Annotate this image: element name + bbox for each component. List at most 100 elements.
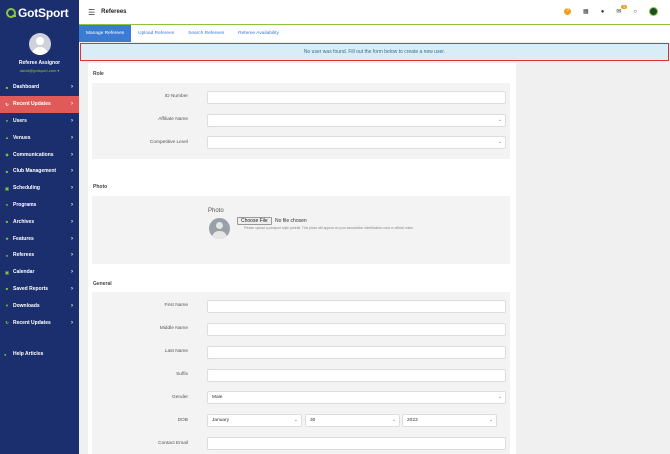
star-icon: ★ — [5, 236, 9, 242]
sidebar-item-recent-updates[interactable]: ↻ Recent Updates › — [0, 95, 79, 113]
section-title-photo: Photo — [93, 184, 108, 190]
chevron-right-icon: › — [71, 285, 73, 292]
user-profile: Referee Assignor david@gotsport.com ▾ — [0, 26, 79, 79]
chevron-right-icon: › — [71, 235, 73, 242]
sidebar-item-label: Communications — [13, 151, 54, 158]
sidebar-item-label: Archives — [13, 218, 35, 225]
chevron-right-icon: › — [71, 319, 73, 326]
profile-name: Referee Assignor — [18, 60, 61, 66]
sidebar-item-programs[interactable]: ● Programs › — [0, 197, 79, 214]
dob-label: DOB — [177, 418, 188, 423]
dob-month-value: January — [212, 418, 230, 423]
sidebar-item-label: Programs — [13, 201, 37, 208]
general-panel: First Name Middle Name Last Name Suffix … — [92, 292, 510, 454]
tab-manage-referees[interactable]: Manage Referees — [79, 25, 132, 42]
chevron-down-icon: ⌄ — [488, 417, 493, 423]
sidebar-item-scheduling[interactable]: ▣ Scheduling › — [0, 180, 79, 197]
last-name-input[interactable] — [207, 346, 506, 359]
top-bar: ☰ Referees ? ▦ ● ✉ 9 ○ — [79, 0, 670, 25]
help-circle-icon: ● — [4, 351, 7, 357]
contact-email-input[interactable] — [207, 437, 506, 450]
dashboard-icon: ■ — [5, 84, 9, 90]
sidebar-item-features[interactable]: ★ Features › — [0, 230, 79, 247]
id-number-input[interactable] — [207, 91, 506, 104]
affiliate-name-select[interactable]: ⌄ — [207, 114, 506, 127]
users-icon: ● — [5, 118, 9, 124]
chevron-right-icon: › — [71, 269, 73, 276]
sidebar-item-label: Saved Reports — [13, 285, 49, 292]
section-title-role: Role — [93, 71, 104, 77]
help-icon[interactable]: ? — [564, 8, 572, 15]
tab-search-referees[interactable]: Search Referees — [181, 25, 231, 42]
choose-file-button[interactable]: Choose File — [237, 217, 272, 225]
photo-panel: Photo Choose File No file chosen Please … — [92, 196, 510, 264]
chevron-down-icon: ⌄ — [391, 417, 396, 423]
dob-month-select[interactable]: January ⌄ — [207, 414, 302, 427]
competitive-level-select[interactable]: ⌄ — [207, 136, 506, 149]
sidebar-item-calendar[interactable]: ▣ Calendar › — [0, 264, 79, 281]
tab-upload-referees[interactable]: Upload Referees — [131, 25, 181, 42]
suffix-input[interactable] — [207, 369, 506, 382]
section-title-general: General — [93, 281, 112, 287]
sidebar-item-communications[interactable]: ◆ Communications › — [0, 146, 79, 163]
middle-name-input[interactable] — [207, 323, 506, 336]
sidebar-item-downloads[interactable]: ▼ Downloads › — [0, 297, 79, 314]
chevron-right-icon: › — [71, 168, 73, 175]
gotsport-logo[interactable]: GotSport — [0, 0, 79, 26]
sidebar-item-label: Users — [13, 117, 27, 124]
referee-form: Role ID Number Affiliate Name ⌄ Competit… — [88, 63, 516, 454]
mail-badge: 9 — [621, 5, 628, 9]
whistle-icon: ● — [5, 252, 9, 258]
gotsport-logo-icon — [6, 8, 16, 18]
hamburger-icon[interactable]: ☰ — [88, 8, 95, 17]
photo-label: Photo — [208, 208, 224, 214]
affiliate-name-label: Affiliate Name — [158, 117, 188, 122]
dob-day-select[interactable]: 30 ⌄ — [305, 414, 400, 427]
sidebar-item-venues[interactable]: ▲ Venues › — [0, 129, 79, 146]
sidebar-item-label: Club Management — [13, 168, 57, 175]
chevron-right-icon: › — [71, 151, 73, 158]
sidebar-item-users[interactable]: ● Users › — [0, 113, 79, 130]
org-logo-icon[interactable] — [649, 7, 658, 16]
sidebar-item-label: Dashboard — [13, 84, 40, 91]
last-name-label: Last Name — [164, 349, 188, 354]
sidebar-item-label: Features — [13, 235, 34, 242]
tab-referee-availability[interactable]: Referee Availability — [231, 25, 286, 42]
refresh-icon: ↻ — [5, 101, 9, 107]
sidebar-item-referees[interactable]: ● Referees › — [0, 247, 79, 264]
grid-icon[interactable]: ▦ — [583, 8, 589, 15]
first-name-input[interactable] — [207, 300, 506, 313]
calendar-icon: ▣ — [5, 269, 9, 275]
sidebar-item-label: Help Articles — [13, 351, 44, 357]
sidebar-item-archives[interactable]: ■ Archives › — [0, 213, 79, 230]
sidebar: GotSport Referee Assignor david@gotsport… — [0, 0, 79, 454]
mail-icon[interactable]: ✉ 9 — [616, 5, 628, 15]
profile-email-dropdown[interactable]: david@gotsport.com ▾ — [0, 68, 79, 73]
sidebar-item-recent-updates[interactable]: ↻ Recent Updates › — [0, 314, 79, 331]
programs-icon: ● — [5, 202, 9, 208]
gender-label: Gender — [172, 395, 188, 400]
top-icons: ? ▦ ● ✉ 9 ○ — [564, 5, 658, 16]
sidebar-item-help-articles[interactable]: ● Help Articles — [4, 351, 43, 357]
refresh-icon: ↻ — [5, 320, 9, 326]
contact-email-label: Contact Email — [158, 441, 188, 446]
avatar[interactable] — [28, 33, 51, 55]
chat-icon[interactable]: ○ — [633, 9, 637, 15]
chevron-right-icon: › — [71, 134, 73, 141]
chevron-right-icon: › — [71, 218, 73, 225]
gender-select[interactable]: Male ⌄ — [207, 391, 506, 404]
sidebar-item-club-management[interactable]: ■ Club Management › — [0, 163, 79, 180]
sidebar-item-label: Scheduling — [13, 185, 40, 192]
page-title: Referees — [101, 9, 127, 15]
photo-placeholder-avatar — [209, 218, 230, 239]
competitive-level-label: Competitive Level — [149, 140, 188, 145]
sidebar-item-saved-reports[interactable]: ■ Saved Reports › — [0, 281, 79, 298]
sidebar-item-label: Recent Updates — [13, 101, 51, 108]
sidebar-item-label: Referees — [13, 252, 35, 259]
chevron-down-icon: ⌄ — [497, 139, 502, 145]
dob-year-select[interactable]: 2023 ⌄ — [402, 414, 497, 427]
sidebar-item-dashboard[interactable]: ■ Dashboard › — [0, 79, 79, 96]
user-icon[interactable]: ● — [601, 9, 605, 15]
role-panel: ID Number Affiliate Name ⌄ Competitive L… — [92, 83, 510, 159]
calendar-icon: ▣ — [5, 185, 9, 191]
